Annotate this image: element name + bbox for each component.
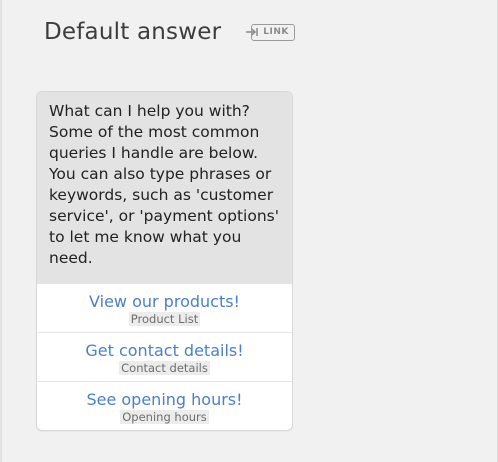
page-title: Default answer xyxy=(44,19,222,45)
option-contact-details[interactable]: Get contact details! Contact details xyxy=(37,332,292,381)
option-label[interactable]: See opening hours! xyxy=(86,390,242,410)
link-badge-label: LINK xyxy=(263,27,289,37)
option-view-products[interactable]: View our products! Product List xyxy=(37,283,292,332)
link-badge[interactable]: LINK xyxy=(246,23,295,41)
answer-card: What can I help you with? Some of the mo… xyxy=(36,91,293,431)
option-label[interactable]: Get contact details! xyxy=(85,341,243,361)
option-target: Contact details xyxy=(119,361,210,375)
option-opening-hours[interactable]: See opening hours! Opening hours xyxy=(37,381,292,430)
header: Default answer LINK xyxy=(44,14,295,50)
message-bubble: What can I help you with? Some of the mo… xyxy=(37,92,292,283)
link-arrow-icon xyxy=(246,28,258,36)
option-label[interactable]: View our products! xyxy=(89,292,240,312)
option-target: Opening hours xyxy=(120,410,209,424)
left-divider xyxy=(0,0,2,462)
option-target: Product List xyxy=(128,312,201,326)
